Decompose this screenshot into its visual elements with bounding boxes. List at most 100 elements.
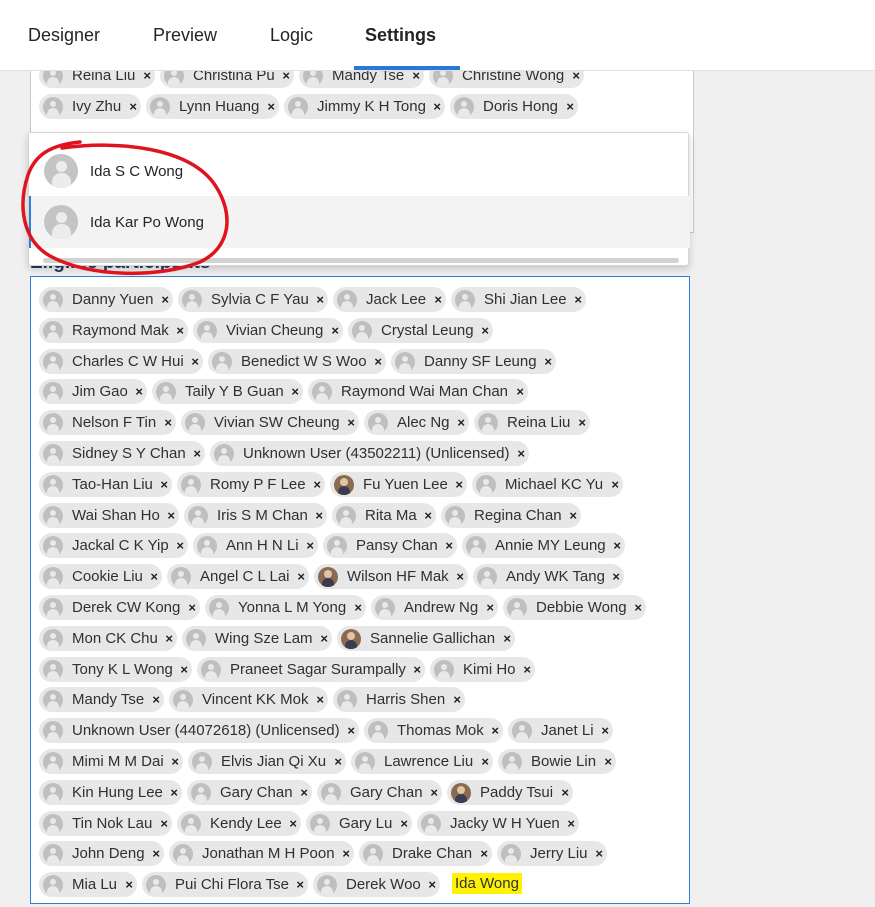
remove-chip-icon[interactable]: × — [434, 292, 442, 307]
user-chip: Iris S M Chan × — [184, 503, 327, 528]
remove-chip-icon[interactable]: × — [433, 99, 441, 114]
remove-chip-icon[interactable]: × — [428, 877, 436, 892]
remove-chip-icon[interactable]: × — [453, 692, 461, 707]
remove-chip-icon[interactable]: × — [161, 292, 169, 307]
remove-chip-icon[interactable]: × — [129, 99, 137, 114]
remove-chip-icon[interactable]: × — [152, 846, 160, 861]
remove-chip-icon[interactable]: × — [152, 692, 160, 707]
remove-chip-icon[interactable]: × — [595, 846, 603, 861]
remove-chip-icon[interactable]: × — [601, 723, 609, 738]
remove-chip-icon[interactable]: × — [491, 723, 499, 738]
remove-chip-icon[interactable]: × — [604, 754, 612, 769]
remove-chip-icon[interactable]: × — [455, 477, 463, 492]
remove-chip-icon[interactable]: × — [188, 600, 196, 615]
remove-chip-icon[interactable]: × — [481, 754, 489, 769]
remove-chip-icon[interactable]: × — [613, 538, 621, 553]
avatar-icon — [395, 351, 415, 372]
remove-chip-icon[interactable]: × — [176, 323, 184, 338]
chip-label: Praneet Sagar Surampally — [230, 661, 406, 678]
remove-chip-icon[interactable]: × — [481, 323, 489, 338]
remove-chip-icon[interactable]: × — [516, 384, 524, 399]
remove-chip-icon[interactable]: × — [347, 415, 355, 430]
remove-chip-icon[interactable]: × — [297, 569, 305, 584]
remove-chip-icon[interactable]: × — [342, 846, 350, 861]
avatar-icon — [209, 597, 229, 618]
remove-chip-icon[interactable]: × — [457, 415, 465, 430]
remove-chip-icon[interactable]: × — [316, 292, 324, 307]
remove-chip-icon[interactable]: × — [291, 384, 299, 399]
remove-chip-icon[interactable]: × — [517, 446, 525, 461]
remove-chip-icon[interactable]: × — [164, 415, 172, 430]
tab-settings[interactable]: Settings — [365, 25, 436, 46]
avatar-icon — [186, 628, 206, 649]
avatar-icon — [181, 813, 201, 834]
remove-chip-icon[interactable]: × — [193, 446, 201, 461]
suggestion-item-selected[interactable]: Ida Kar Po Wong — [29, 196, 690, 248]
tab-designer[interactable]: Designer — [28, 25, 100, 46]
remove-chip-icon[interactable]: × — [400, 816, 408, 831]
chip-label: Michael KC Yu — [505, 476, 604, 493]
remove-chip-icon[interactable]: × — [567, 816, 575, 831]
user-chip: Wai Shan Ho × — [39, 503, 179, 528]
user-chip: Thomas Mok × — [364, 718, 503, 743]
remove-chip-icon[interactable]: × — [160, 816, 168, 831]
remove-chip-icon[interactable]: × — [456, 569, 464, 584]
remove-chip-icon[interactable]: × — [569, 508, 577, 523]
remove-chip-icon[interactable]: × — [170, 785, 178, 800]
remove-chip-icon[interactable]: × — [578, 415, 586, 430]
remove-chip-icon[interactable]: × — [315, 508, 323, 523]
remove-chip-icon[interactable]: × — [486, 600, 494, 615]
remove-chip-icon[interactable]: × — [296, 877, 304, 892]
remove-chip-icon[interactable]: × — [566, 99, 574, 114]
remove-chip-icon[interactable]: × — [300, 785, 308, 800]
remove-chip-icon[interactable]: × — [331, 323, 339, 338]
chip-label: Gary Chan — [220, 784, 293, 801]
remove-chip-icon[interactable]: × — [611, 477, 619, 492]
remove-chip-icon[interactable]: × — [160, 477, 168, 492]
remove-chip-icon[interactable]: × — [413, 662, 421, 677]
remove-chip-icon[interactable]: × — [480, 846, 488, 861]
remove-chip-icon[interactable]: × — [561, 785, 569, 800]
remove-chip-icon[interactable]: × — [424, 508, 432, 523]
remove-chip-icon[interactable]: × — [180, 662, 188, 677]
remove-chip-icon[interactable]: × — [165, 631, 173, 646]
remove-chip-icon[interactable]: × — [544, 354, 552, 369]
remove-chip-icon[interactable]: × — [574, 292, 582, 307]
remove-chip-icon[interactable]: × — [430, 785, 438, 800]
remove-chip-icon[interactable]: × — [334, 754, 342, 769]
remove-chip-icon[interactable]: × — [125, 877, 133, 892]
remove-chip-icon[interactable]: × — [306, 538, 314, 553]
remove-chip-icon[interactable]: × — [316, 692, 324, 707]
remove-chip-icon[interactable]: × — [167, 508, 175, 523]
remove-chip-icon[interactable]: × — [191, 354, 199, 369]
remove-chip-icon[interactable]: × — [523, 662, 531, 677]
avatar-icon — [43, 412, 63, 433]
remove-chip-icon[interactable]: × — [347, 723, 355, 738]
remove-chip-icon[interactable]: × — [171, 754, 179, 769]
remove-chip-icon[interactable]: × — [320, 631, 328, 646]
remove-chip-icon[interactable]: × — [313, 477, 321, 492]
remove-chip-icon[interactable]: × — [289, 816, 297, 831]
remove-chip-icon[interactable]: × — [634, 600, 642, 615]
remove-chip-icon[interactable]: × — [135, 384, 143, 399]
tab-preview[interactable]: Preview — [153, 25, 217, 46]
avatar-icon — [43, 813, 63, 834]
search-text-input[interactable]: Ida Wong — [452, 873, 522, 894]
chip-label: Tao-Han Liu — [72, 476, 153, 493]
chip-label: Kin Hung Lee — [72, 784, 163, 801]
remove-chip-icon[interactable]: × — [150, 569, 158, 584]
remove-chip-icon[interactable]: × — [176, 538, 184, 553]
remove-chip-icon[interactable]: × — [374, 354, 382, 369]
user-chip: Mia Lu × — [39, 872, 137, 897]
remove-chip-icon[interactable]: × — [445, 538, 453, 553]
chip-label: Raymond Wai Man Chan — [341, 383, 509, 400]
user-chip: Vivian Cheung × — [193, 318, 343, 343]
remove-chip-icon[interactable]: × — [612, 569, 620, 584]
remove-chip-icon[interactable]: × — [503, 631, 511, 646]
remove-chip-icon[interactable]: × — [267, 99, 275, 114]
tab-logic[interactable]: Logic — [270, 25, 313, 46]
user-chip: Mimi M M Dai × — [39, 749, 183, 774]
horizontal-scrollbar[interactable] — [43, 258, 679, 263]
remove-chip-icon[interactable]: × — [354, 600, 362, 615]
suggestion-item[interactable]: Ida S C Wong — [29, 145, 688, 197]
